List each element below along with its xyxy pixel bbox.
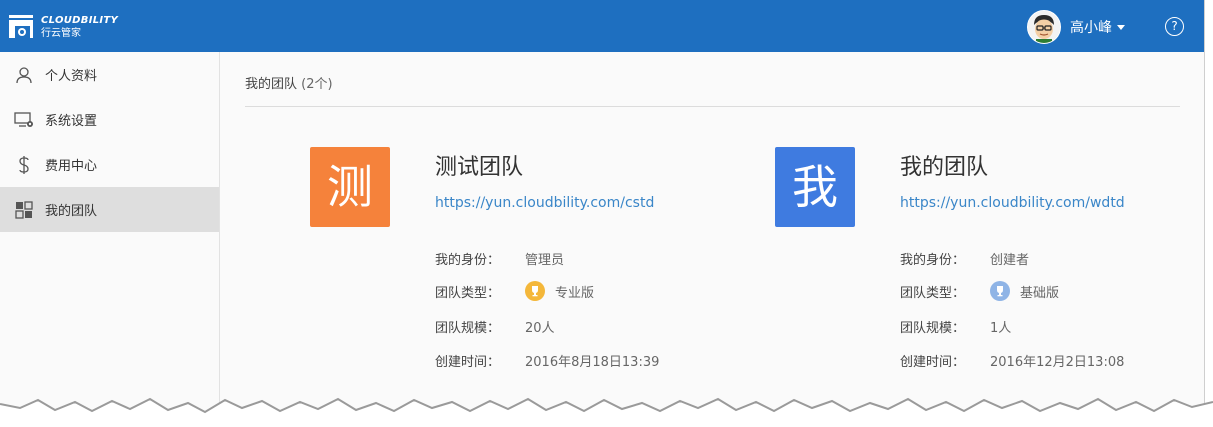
sidebar-item-profile[interactable]: 个人资料 [0, 52, 219, 97]
type-value: 基础版 [1020, 285, 1060, 301]
user-icon [14, 65, 34, 85]
sidebar-item-label: 系统设置 [45, 114, 98, 129]
team-url-link[interactable]: https://yun.cloudbility.com/wdtd [900, 195, 1125, 211]
team-count: (2个) [301, 77, 333, 92]
size-label: 团队规模： [900, 321, 966, 336]
sidebar: 个人资料 系统设置 费用中心 我的团队 [0, 52, 220, 410]
role-label: 我的身份： [900, 253, 966, 268]
monitor-settings-icon [14, 110, 34, 130]
team-url-link[interactable]: https://yun.cloudbility.com/cstd [435, 195, 654, 211]
created-label: 创建时间： [435, 355, 501, 370]
type-label: 团队类型： [435, 285, 501, 301]
team-name: 我的团队 [900, 155, 989, 180]
created-value: 2016年12月2日13:08 [990, 355, 1125, 370]
user-menu[interactable]: 高小峰 [1027, 10, 1125, 44]
type-label: 团队类型： [900, 285, 966, 301]
sidebar-item-label: 个人资料 [45, 69, 98, 84]
size-value: 20人 [525, 321, 555, 336]
type-value: 专业版 [555, 285, 595, 301]
created-label: 创建时间： [900, 355, 966, 370]
team-avatar-tile[interactable]: 我 [775, 147, 855, 227]
chevron-down-icon[interactable] [1117, 24, 1125, 30]
logo-english-name: CLOUDBILITY [41, 14, 119, 26]
created-row: 创建时间： 2016年8月18日13:39 [435, 351, 659, 370]
role-row: 我的身份： 管理员 [435, 249, 564, 268]
size-row: 团队规模： 1人 [900, 317, 1011, 336]
sidebar-item-label: 费用中心 [45, 159, 98, 174]
team-name: 测试团队 [435, 155, 524, 180]
type-value-wrap: 专业版 [525, 281, 594, 301]
created-row: 创建时间： 2016年12月2日13:08 [900, 351, 1124, 370]
user-name[interactable]: 高小峰 [1070, 17, 1112, 37]
avatar-face-icon [1028, 11, 1060, 43]
role-label: 我的身份： [435, 253, 501, 268]
torn-edge [0, 397, 1213, 427]
size-row: 团队规模： 20人 [435, 317, 555, 336]
main-content: 我的团队 (2个) 测 测试团队 https://yun.cloudbility… [220, 52, 1204, 410]
type-row: 团队类型： 专业版 [435, 281, 594, 301]
created-value: 2016年8月18日13:39 [525, 355, 660, 370]
role-value: 创建者 [990, 253, 1030, 268]
logo-mark-icon [9, 15, 33, 38]
blue-trophy-icon [990, 281, 1010, 301]
gold-trophy-icon [525, 281, 545, 301]
size-value: 1人 [990, 321, 1012, 336]
divider [245, 106, 1180, 107]
dollar-icon [14, 155, 34, 175]
role-value: 管理员 [525, 253, 565, 268]
type-value-wrap: 基础版 [990, 281, 1059, 301]
top-bar: CLOUDBILITY 行云管家 高小峰 ? [0, 0, 1204, 52]
page-title-text: 我的团队 [245, 77, 298, 92]
logo-chinese-name: 行云管家 [41, 27, 81, 39]
team-avatar-tile[interactable]: 测 [310, 147, 390, 227]
avatar[interactable] [1027, 10, 1061, 44]
sidebar-item-billing[interactable]: 费用中心 [0, 142, 219, 187]
size-label: 团队规模： [435, 321, 501, 336]
app-window: CLOUDBILITY 行云管家 高小峰 ? 个人资料 系统设置 费用中心 我的… [0, 0, 1205, 410]
sidebar-item-settings[interactable]: 系统设置 [0, 97, 219, 142]
type-row: 团队类型： 基础版 [900, 281, 1059, 301]
page-title: 我的团队 (2个) [245, 73, 333, 92]
sidebar-item-label: 我的团队 [45, 204, 98, 219]
team-grid-icon [14, 200, 34, 220]
role-row: 我的身份： 创建者 [900, 249, 1029, 268]
sidebar-item-my-team[interactable]: 我的团队 [0, 187, 219, 232]
brand-logo[interactable]: CLOUDBILITY 行云管家 [6, 11, 118, 43]
help-icon[interactable]: ? [1165, 17, 1184, 36]
